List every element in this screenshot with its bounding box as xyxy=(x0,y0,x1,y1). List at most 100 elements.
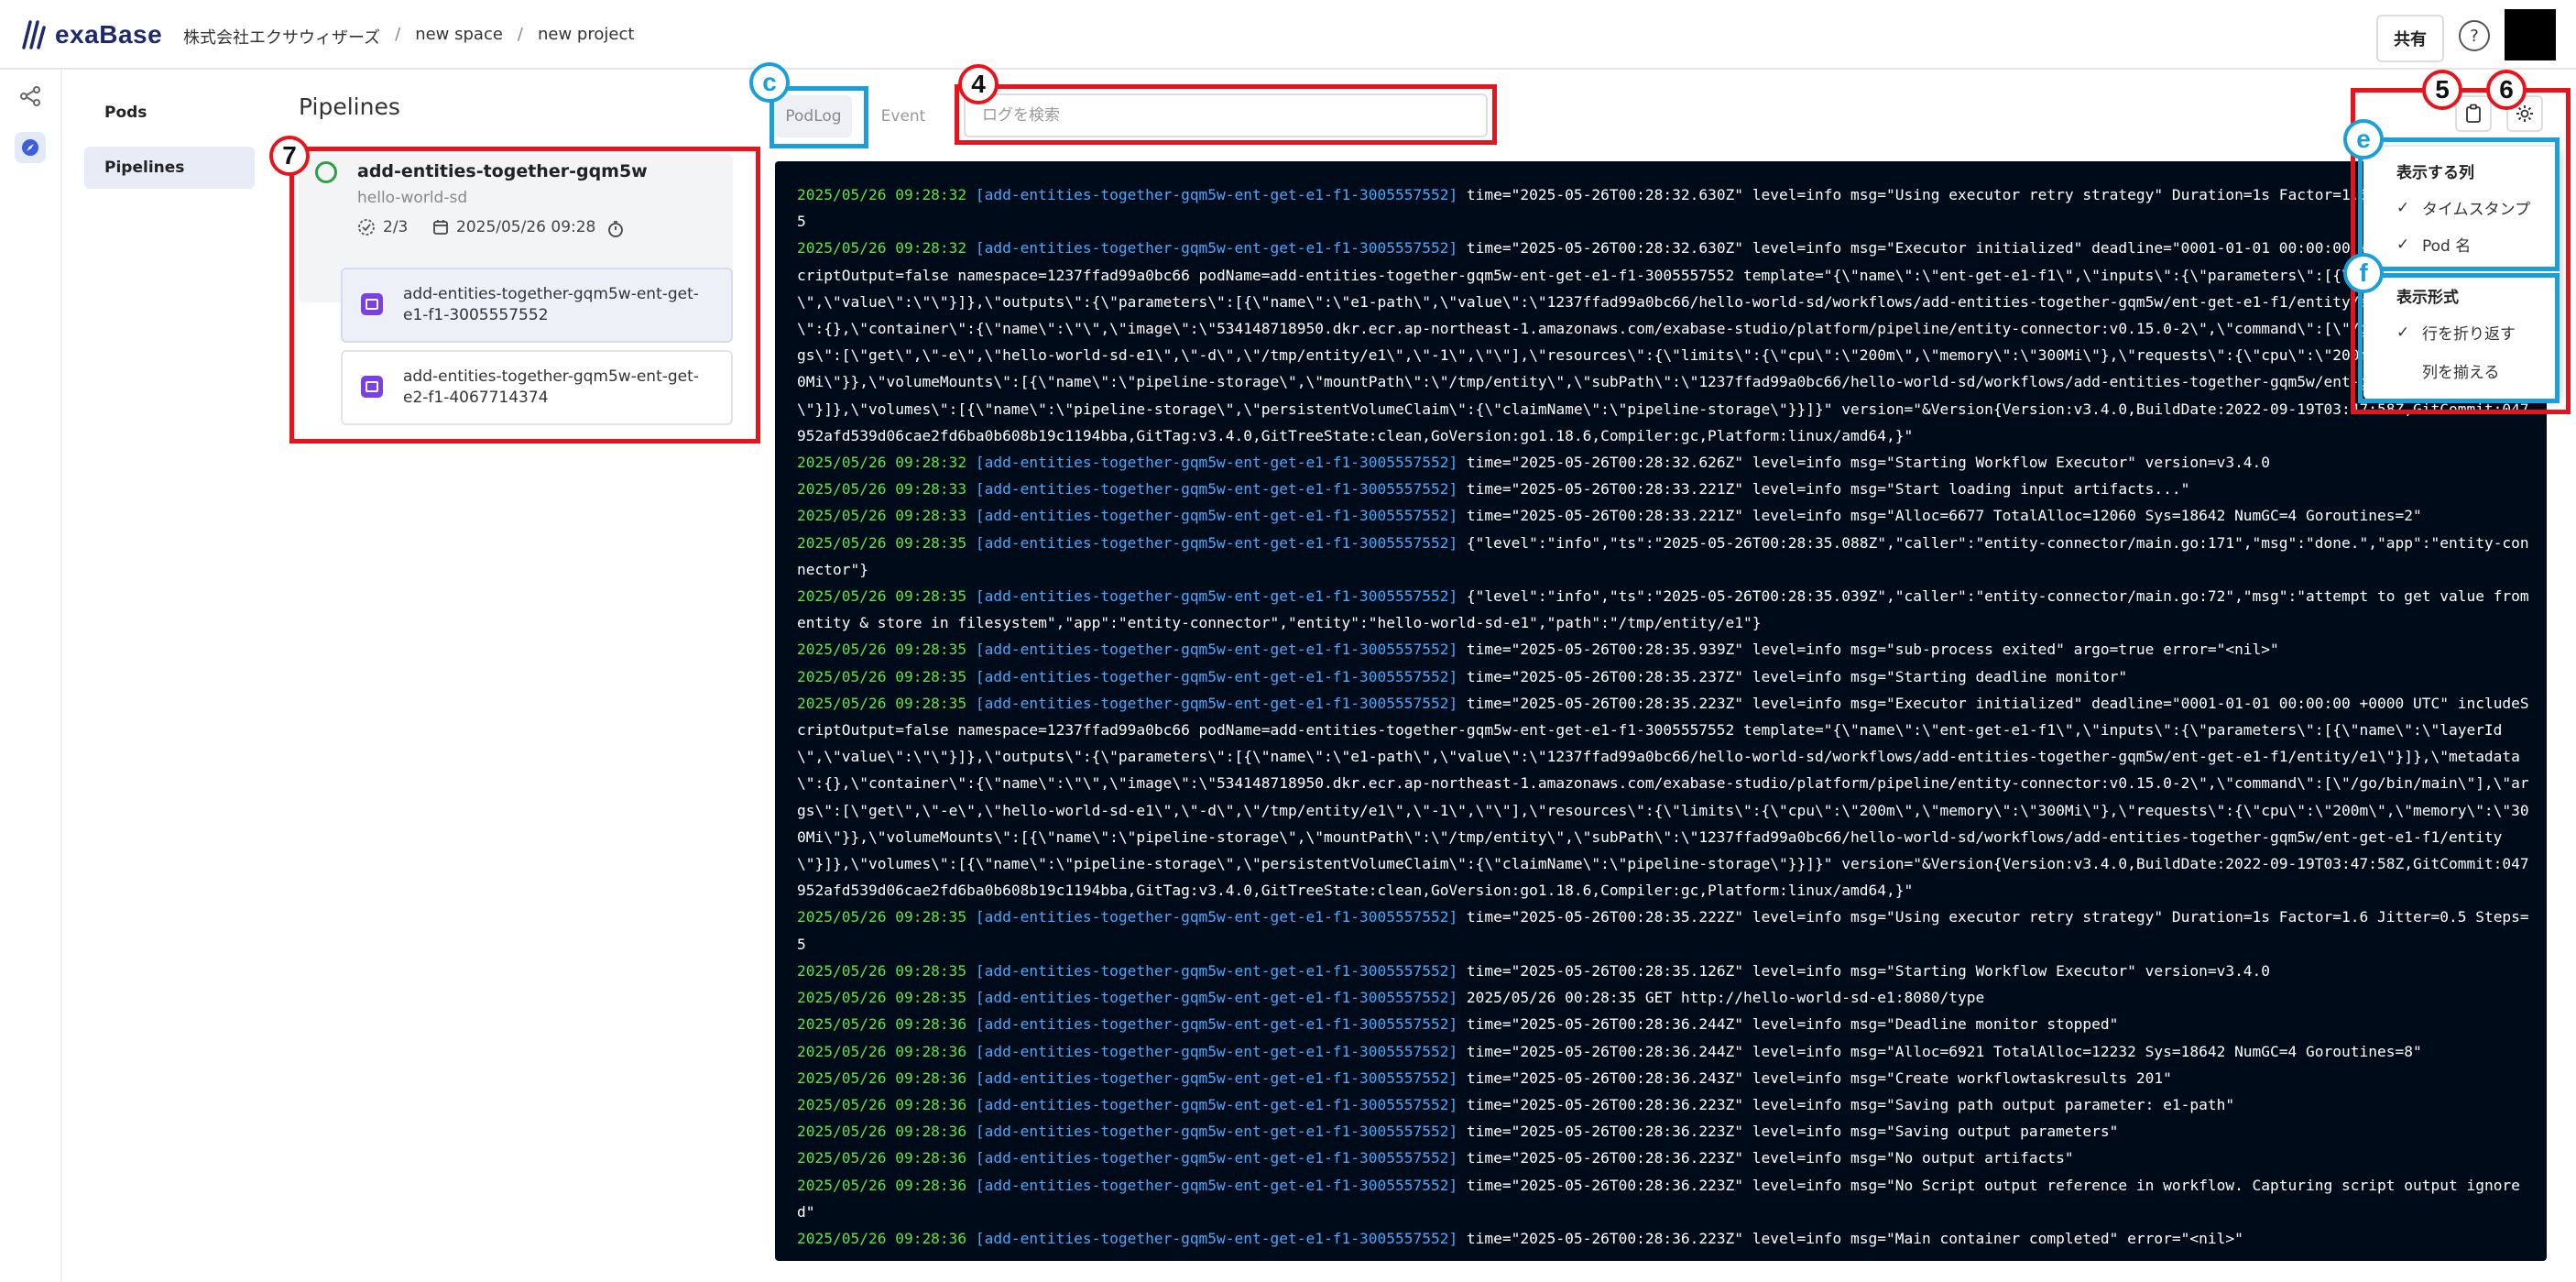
annotation-badge-5: 5 xyxy=(2422,70,2462,110)
log-output: 2025/05/26 09:28:32 [add-entities-togeth… xyxy=(797,181,2538,1252)
log-pod-name: [add-entities-together-gqm5w-ent-get-e1-… xyxy=(966,1068,1458,1087)
annotation-badge-e: e xyxy=(2343,119,2384,159)
annotation-badge-f: f xyxy=(2343,253,2384,293)
log-message: 2025/05/26 00:28:35 GET http://hello-wor… xyxy=(1457,989,1985,1007)
log-line: 2025/05/26 09:28:36 [add-entities-togeth… xyxy=(797,1230,2243,1247)
log-message: time="2025-05-26T00:28:35.237Z" level=in… xyxy=(1457,667,2128,685)
breadcrumb: 株式会社エクサウィザーズ / new space / new project xyxy=(183,25,634,49)
log-timestamp: 2025/05/26 09:28:35 xyxy=(797,533,967,552)
log-line: 2025/05/26 09:28:35 [add-entities-togeth… xyxy=(797,587,2538,631)
log-pod-name: [add-entities-together-gqm5w-ent-get-e1-… xyxy=(966,480,1458,499)
log-line: 2025/05/26 09:28:32 [add-entities-togeth… xyxy=(797,454,2270,471)
log-message: time="2025-05-26T00:28:36.223Z" level=in… xyxy=(1457,1229,2243,1247)
annotation-box-e xyxy=(2358,137,2560,271)
log-line: 2025/05/26 09:28:36 [add-entities-togeth… xyxy=(797,1123,2118,1140)
log-pod-name: [add-entities-together-gqm5w-ent-get-e1-… xyxy=(966,186,1458,203)
log-pod-name: [add-entities-together-gqm5w-ent-get-e1-… xyxy=(966,587,1458,606)
log-pod-name: [add-entities-together-gqm5w-ent-get-e1-… xyxy=(966,533,1458,552)
log-timestamp: 2025/05/26 09:28:36 xyxy=(797,1229,967,1247)
log-timestamp: 2025/05/26 09:28:36 xyxy=(797,1042,967,1060)
log-panel[interactable]: 2025/05/26 09:28:32 [add-entities-togeth… xyxy=(775,161,2547,1261)
log-pod-name: [add-entities-together-gqm5w-ent-get-e1-… xyxy=(966,507,1458,525)
log-message: time="2025-05-26T00:28:35.223Z" level=in… xyxy=(797,694,2529,900)
log-pod-name: [add-entities-together-gqm5w-ent-get-e1-… xyxy=(966,667,1458,685)
log-line: 2025/05/26 09:28:35 [add-entities-togeth… xyxy=(797,668,2127,685)
log-timestamp: 2025/05/26 09:28:32 xyxy=(797,186,967,203)
log-line: 2025/05/26 09:28:36 [add-entities-togeth… xyxy=(797,1149,2074,1167)
log-timestamp: 2025/05/26 09:28:32 xyxy=(797,239,967,257)
log-line: 2025/05/26 09:28:35 [add-entities-togeth… xyxy=(797,534,2529,578)
avatar[interactable] xyxy=(2505,9,2556,60)
breadcrumb-org[interactable]: 株式会社エクサウィザーズ xyxy=(183,25,380,49)
log-line: 2025/05/26 09:28:35 [add-entities-togeth… xyxy=(797,695,2529,899)
exabase-logo-icon xyxy=(22,20,46,49)
nav-pipelines[interactable]: Pipelines xyxy=(84,147,255,189)
log-pod-name: [add-entities-together-gqm5w-ent-get-e1-… xyxy=(966,1176,1458,1194)
log-timestamp: 2025/05/26 09:28:36 xyxy=(797,1015,967,1034)
breadcrumb-space[interactable]: new space xyxy=(415,25,503,49)
log-timestamp: 2025/05/26 09:28:36 xyxy=(797,1176,967,1194)
log-message: time="2025-05-26T00:28:36.243Z" level=in… xyxy=(1457,1068,2172,1087)
annotation-badge-6: 6 xyxy=(2486,70,2527,110)
log-pod-name: [add-entities-together-gqm5w-ent-get-e1-… xyxy=(966,1123,1458,1141)
log-timestamp: 2025/05/26 09:28:33 xyxy=(797,480,967,499)
annotation-box-4 xyxy=(955,84,1497,145)
log-timestamp: 2025/05/26 09:28:36 xyxy=(797,1095,967,1113)
log-pod-name: [add-entities-together-gqm5w-ent-get-e1-… xyxy=(966,1015,1458,1034)
share-button[interactable]: 共有 xyxy=(2376,15,2444,62)
nav-pods[interactable]: Pods xyxy=(84,92,255,134)
log-timestamp: 2025/05/26 09:28:33 xyxy=(797,507,967,525)
log-timestamp: 2025/05/26 09:28:35 xyxy=(797,961,967,980)
log-line: 2025/05/26 09:28:33 [add-entities-togeth… xyxy=(797,480,2189,498)
log-timestamp: 2025/05/26 09:28:36 xyxy=(797,1068,967,1087)
log-line: 2025/05/26 09:28:36 [add-entities-togeth… xyxy=(797,1177,2520,1221)
log-line: 2025/05/26 09:28:35 [add-entities-togeth… xyxy=(797,989,1984,1006)
log-message: time="2025-05-26T00:28:33.221Z" level=in… xyxy=(1457,480,2190,499)
log-pod-name: [add-entities-together-gqm5w-ent-get-e1-… xyxy=(966,694,1458,712)
log-pod-name: [add-entities-together-gqm5w-ent-get-e1-… xyxy=(966,1042,1458,1060)
log-pod-name: [add-entities-together-gqm5w-ent-get-e1-… xyxy=(966,641,1458,659)
compass-icon xyxy=(22,139,38,156)
log-pod-name: [add-entities-together-gqm5w-ent-get-e1-… xyxy=(966,1229,1458,1247)
pipelines-title: Pipelines xyxy=(299,93,400,120)
log-pod-name: [add-entities-together-gqm5w-ent-get-e1-… xyxy=(966,1149,1458,1167)
icon-rail xyxy=(0,70,62,1282)
log-timestamp: 2025/05/26 09:28:35 xyxy=(797,908,967,926)
brand-name: exaBase xyxy=(55,20,163,49)
log-timestamp: 2025/05/26 09:28:36 xyxy=(797,1149,967,1167)
log-message: time="2025-05-26T00:28:36.244Z" level=in… xyxy=(1457,1015,2119,1034)
log-message: time="2025-05-26T00:28:33.221Z" level=in… xyxy=(1457,507,2422,525)
log-line: 2025/05/26 09:28:32 [add-entities-togeth… xyxy=(797,239,2529,444)
log-timestamp: 2025/05/26 09:28:35 xyxy=(797,694,967,712)
log-timestamp: 2025/05/26 09:28:32 xyxy=(797,454,967,472)
share-nodes-icon[interactable] xyxy=(18,84,42,108)
annotation-badge-4: 4 xyxy=(958,64,999,104)
log-pod-name: [add-entities-together-gqm5w-ent-get-e1-… xyxy=(966,908,1458,926)
help-icon[interactable]: ? xyxy=(2459,20,2490,51)
log-message: time="2025-05-26T00:28:36.223Z" level=in… xyxy=(1457,1095,2235,1113)
log-message: time="2025-05-26T00:28:36.223Z" level=in… xyxy=(1457,1123,2119,1141)
tab-event[interactable]: Event xyxy=(865,95,942,137)
log-line: 2025/05/26 09:28:35 [add-entities-togeth… xyxy=(797,908,2529,952)
log-timestamp: 2025/05/26 09:28:35 xyxy=(797,989,967,1007)
pipeline-rail-button[interactable] xyxy=(15,132,46,163)
breadcrumb-separator: / xyxy=(395,25,401,44)
log-line: 2025/05/26 09:28:36 [add-entities-togeth… xyxy=(797,1043,2422,1060)
log-message: time="2025-05-26T00:28:36.244Z" level=in… xyxy=(1457,1042,2422,1060)
breadcrumb-project[interactable]: new project xyxy=(538,25,634,49)
log-message: time="2025-05-26T00:28:32.626Z" level=in… xyxy=(1457,454,2271,472)
log-message: time="2025-05-26T00:28:35.939Z" level=in… xyxy=(1457,641,2279,659)
log-line: 2025/05/26 09:28:36 [add-entities-togeth… xyxy=(797,1069,2172,1087)
annotation-badge-7: 7 xyxy=(269,136,310,176)
log-timestamp: 2025/05/26 09:28:35 xyxy=(797,641,967,659)
log-message: time="2025-05-26T00:28:35.126Z" level=in… xyxy=(1457,961,2271,980)
log-pod-name: [add-entities-together-gqm5w-ent-get-e1-… xyxy=(966,989,1458,1007)
annotation-badge-c: c xyxy=(749,62,790,103)
log-line: 2025/05/26 09:28:32 [add-entities-togeth… xyxy=(797,186,2529,230)
log-timestamp: 2025/05/26 09:28:36 xyxy=(797,1123,967,1141)
log-pod-name: [add-entities-together-gqm5w-ent-get-e1-… xyxy=(966,961,1458,980)
log-line: 2025/05/26 09:28:36 [add-entities-togeth… xyxy=(797,1015,2118,1033)
log-message: time="2025-05-26T00:28:32.630Z" level=in… xyxy=(797,239,2529,444)
brand-logo[interactable]: exaBase xyxy=(22,20,162,49)
log-line: 2025/05/26 09:28:35 [add-entities-togeth… xyxy=(797,641,2279,658)
